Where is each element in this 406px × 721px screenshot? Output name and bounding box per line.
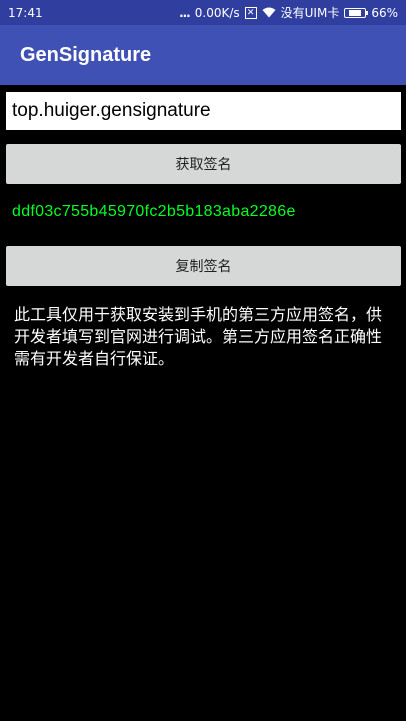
status-time: 17:41	[8, 5, 43, 20]
app-screen: 17:41 ... 0.00K/s ✕ 没有UIM卡 66% GenSignat…	[0, 0, 406, 721]
battery-level-fill	[349, 9, 362, 16]
package-name-input[interactable]	[6, 92, 401, 130]
carrier-text: 没有UIM卡	[280, 6, 340, 20]
app-bar: GenSignature	[0, 25, 406, 85]
battery-percent: 66%	[371, 5, 398, 20]
wifi-icon	[262, 7, 276, 18]
get-signature-button[interactable]: 获取签名	[6, 144, 401, 184]
network-speed: 0.00K/s	[194, 5, 240, 20]
status-bar: 17:41 ... 0.00K/s ✕ 没有UIM卡 66%	[0, 0, 406, 25]
status-icons: ... 0.00K/s ✕ 没有UIM卡 66%	[179, 4, 398, 21]
battery-icon	[344, 7, 369, 18]
description-text: 此工具仅用于获取安装到手机的第三方应用签名，供开发者填写到官网进行调试。第三方应…	[14, 305, 383, 368]
app-title: GenSignature	[20, 43, 152, 66]
notification-x-icon: ✕	[244, 6, 257, 19]
signature-result: ddf03c755b45970fc2b5b183aba2286e	[12, 203, 296, 220]
copy-signature-button[interactable]: 复制签名	[6, 246, 401, 286]
more-dots-icon: ...	[179, 5, 191, 20]
